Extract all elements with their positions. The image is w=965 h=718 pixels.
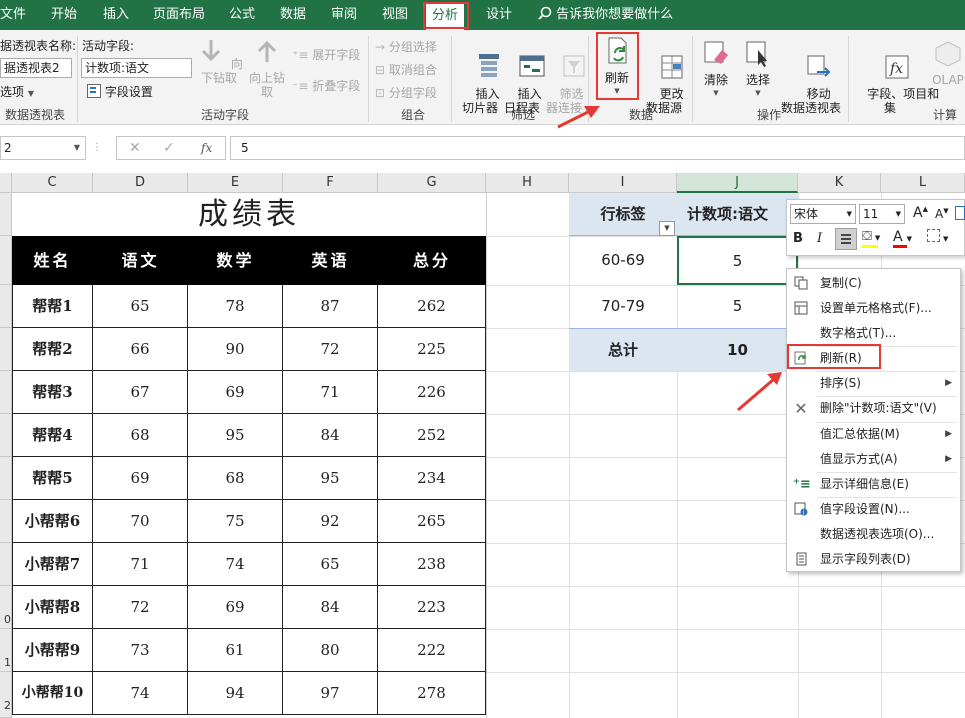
red-arrow-icon — [557, 106, 600, 129]
red-arrow-icon — [737, 372, 782, 412]
annotation-arrows — [557, 106, 782, 412]
